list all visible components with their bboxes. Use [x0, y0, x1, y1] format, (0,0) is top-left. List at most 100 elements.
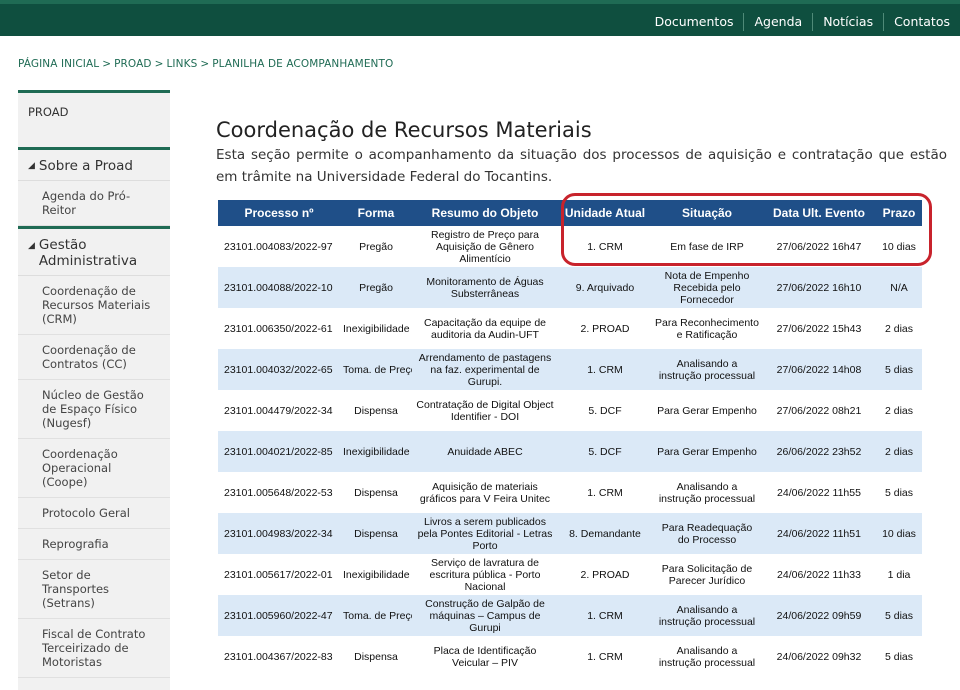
breadcrumb-separator: > — [154, 58, 164, 70]
cell-data: 27/06/2022 14h08 — [762, 349, 876, 390]
cell-prazo: 2 dias — [876, 390, 922, 431]
breadcrumb: PÁGINA INICIAL > PROAD > LINKS > PLANILHA DE A… — [18, 58, 393, 70]
table-row: 23101.004088/2022-10 Pregão Monitoramento … — [218, 267, 922, 308]
cell-processo: 23101.005960/2022-47 — [218, 595, 340, 636]
page-title: Coordenação de Recursos Materiais — [216, 118, 592, 143]
cell-resumo: Contratação de Digital Object Identifier… — [412, 390, 558, 431]
cell-situacao: Analisando a instrução processual — [652, 636, 762, 677]
sidebar-section-sobre[interactable]: ◢ Sobre a Proad — [18, 147, 170, 181]
table-row: 23101.004083/2022-97 Pregão Registro de Pr… — [218, 226, 922, 267]
breadcrumb-proad[interactable]: PROAD — [114, 58, 151, 70]
cell-unidade: 1. CRM — [558, 595, 652, 636]
caret-icon: ◢ — [28, 161, 35, 171]
cell-unidade: 5. DCF — [558, 431, 652, 472]
breadcrumb-links[interactable]: LINKS — [166, 58, 197, 70]
cell-resumo: Placa de Identificação Veicular – PIV — [412, 636, 558, 677]
sidebar-head[interactable]: PROAD — [18, 90, 170, 147]
cell-resumo: Aquisição de materiais gráficos para V F… — [412, 472, 558, 513]
cell-unidade: 5. DCF — [558, 390, 652, 431]
cell-situacao: Para Gerar Empenho — [652, 431, 762, 472]
cell-data: 24/06/2022 11h55 — [762, 472, 876, 513]
sidebar-item-cc[interactable]: Coordenação de Contratos (CC) — [18, 335, 170, 380]
cell-unidade: 8. Demandante — [558, 513, 652, 554]
nav-noticias[interactable]: Notícias — [812, 13, 883, 31]
cell-processo: 23101.004083/2022-97 — [218, 226, 340, 267]
cell-prazo: 2 dias — [876, 308, 922, 349]
cell-forma: Toma. de Preços — [340, 595, 412, 636]
top-nav: Documentos Agenda Notícias Contatos — [645, 8, 960, 36]
cell-data: 27/06/2022 15h43 — [762, 308, 876, 349]
cell-forma: Toma. de Preços — [340, 349, 412, 390]
sidebar-section-label: Sobre a Proad — [38, 158, 133, 174]
cell-resumo: Serviço de lavratura de escritura públic… — [412, 554, 558, 595]
sidebar-item-reprografia[interactable]: Reprografia — [18, 529, 170, 560]
sidebar: PROAD ◢ Sobre a Proad Agenda do Pró-Reito… — [18, 90, 170, 690]
breadcrumb-current[interactable]: PLANILHA DE ACOMPANHAMENTO — [212, 58, 393, 70]
cell-data: 24/06/2022 09h32 — [762, 636, 876, 677]
cell-forma: Dispensa — [340, 513, 412, 554]
sidebar-item-protocolo[interactable]: Protocolo Geral — [18, 498, 170, 529]
cell-forma: Inexigibilidade — [340, 554, 412, 595]
cell-resumo: Construção de Galpão de máquinas – Campu… — [412, 595, 558, 636]
nav-contatos[interactable]: Contatos — [883, 13, 960, 31]
cell-situacao: Para Reconhecimento e Ratificação — [652, 308, 762, 349]
cell-resumo: Registro de Preço para Aquisição de Gêne… — [412, 226, 558, 267]
tracking-table: Processo nº Forma Resumo do Objeto Unida… — [218, 200, 922, 677]
col-situacao: Situação — [652, 200, 762, 226]
table-row: 23101.004021/2022-85 Inexigibilidade Anuid… — [218, 431, 922, 472]
intro-text: Esta seção permite o acompanhamento da s… — [216, 147, 947, 185]
cell-forma: Dispensa — [340, 472, 412, 513]
cell-processo: 23101.006350/2022-61 — [218, 308, 340, 349]
cell-processo: 23101.004367/2022-83 — [218, 636, 340, 677]
cell-processo: 23101.005617/2022-01 — [218, 554, 340, 595]
breadcrumb-separator: > — [102, 58, 112, 70]
table-row: 23101.005648/2022-53 Dispensa Aquisição de… — [218, 472, 922, 513]
cell-forma: Pregão — [340, 226, 412, 267]
cell-prazo: 2 dias — [876, 431, 922, 472]
sidebar-item-fiscal[interactable]: Fiscal de Contrato Terceirizado de Motor… — [18, 619, 170, 678]
cell-data: 24/06/2022 09h59 — [762, 595, 876, 636]
cell-situacao: Analisando a instrução processual — [652, 349, 762, 390]
cell-unidade: 1. CRM — [558, 226, 652, 267]
table-header-row: Processo nº Forma Resumo do Objeto Unida… — [218, 200, 922, 226]
sidebar-section-gestao[interactable]: ◢ Gestão Administrativa — [18, 226, 170, 276]
cell-situacao: Para Solicitação de Parecer Jurídico — [652, 554, 762, 595]
cell-prazo: N/A — [876, 267, 922, 308]
cell-situacao: Nota de Empenho Recebida pelo Fornecedor — [652, 267, 762, 308]
cell-data: 27/06/2022 16h47 — [762, 226, 876, 267]
cell-processo: 23101.005648/2022-53 — [218, 472, 340, 513]
nav-documentos[interactable]: Documentos — [645, 13, 744, 31]
cell-resumo: Anuidade ABEC — [412, 431, 558, 472]
col-processo: Processo nº — [218, 200, 340, 226]
cell-unidade: 1. CRM — [558, 349, 652, 390]
cell-data: 24/06/2022 11h33 — [762, 554, 876, 595]
cell-data: 27/06/2022 16h10 — [762, 267, 876, 308]
tracking-table-wrapper: Processo nº Forma Resumo do Objeto Unida… — [218, 200, 922, 677]
cell-data: 26/06/2022 23h52 — [762, 431, 876, 472]
breadcrumb-home[interactable]: PÁGINA INICIAL — [18, 58, 99, 70]
sidebar-item-crm[interactable]: Coordenação de Recursos Materiais (CRM) — [18, 276, 170, 335]
top-bar: Documentos Agenda Notícias Contatos — [0, 0, 960, 36]
cell-resumo: Capacitação da equipe de auditoria da Au… — [412, 308, 558, 349]
cell-processo: 23101.004021/2022-85 — [218, 431, 340, 472]
sidebar-item-nugesf[interactable]: Núcleo de Gestão de Espaço Físico (Nuges… — [18, 380, 170, 439]
cell-resumo: Livros a serem publicados pela Pontes Ed… — [412, 513, 558, 554]
sidebar-item-setrans[interactable]: Setor de Transportes (Setrans) — [18, 560, 170, 619]
cell-unidade: 2. PROAD — [558, 554, 652, 595]
cell-processo: 23101.004983/2022-34 — [218, 513, 340, 554]
cell-prazo: 5 dias — [876, 349, 922, 390]
table-row: 23101.004367/2022-83 Dispensa Placa de Ide… — [218, 636, 922, 677]
cell-processo: 23101.004032/2022-65 — [218, 349, 340, 390]
caret-icon: ◢ — [28, 241, 35, 251]
sidebar-item-agenda[interactable]: Agenda do Pró-Reitor — [18, 181, 170, 226]
col-prazo: Prazo — [876, 200, 922, 226]
cell-resumo: Monitoramento de Águas Substerrâneas — [412, 267, 558, 308]
cell-prazo: 10 dias — [876, 226, 922, 267]
col-forma: Forma — [340, 200, 412, 226]
col-data: Data Ult. Evento — [762, 200, 876, 226]
cell-situacao: Analisando a instrução processual — [652, 472, 762, 513]
sidebar-item-coope[interactable]: Coordenação Operacional (Coope) — [18, 439, 170, 498]
table-row: 23101.004983/2022-34 Dispensa Livros a ser… — [218, 513, 922, 554]
nav-agenda[interactable]: Agenda — [743, 13, 812, 31]
table-row: 23101.006350/2022-61 Inexigibilidade Capac… — [218, 308, 922, 349]
